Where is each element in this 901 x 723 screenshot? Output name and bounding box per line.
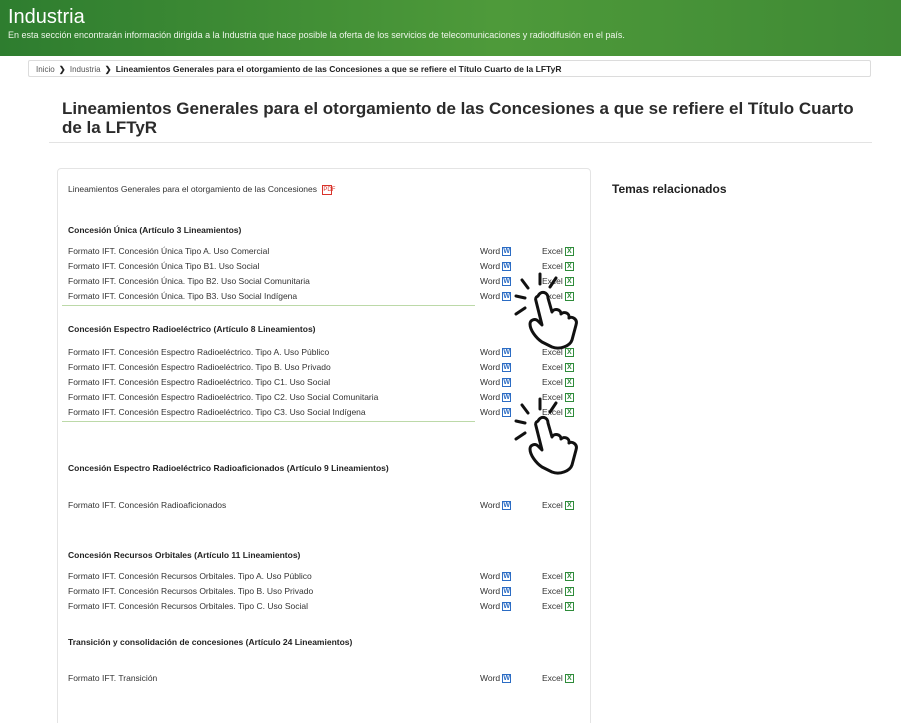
page-title: Lineamientos Generales para el otorgamie…: [62, 99, 854, 137]
excel-file-icon: X: [564, 501, 574, 511]
word-label: Word: [480, 586, 501, 596]
word-label: Word: [480, 276, 501, 286]
section-description: En esta sección encontrarán información …: [8, 30, 625, 40]
word-download-link[interactable]: Word W: [480, 347, 512, 358]
excel-label: Excel: [542, 377, 563, 387]
word-file-icon: W: [502, 572, 512, 582]
pointing-hand-icon: [514, 397, 578, 475]
excel-file-icon: X: [564, 602, 574, 612]
word-download-link[interactable]: Word W: [480, 392, 512, 403]
word-label: Word: [480, 261, 501, 271]
word-label: Word: [480, 291, 501, 301]
excel-label: Excel: [542, 571, 563, 581]
word-download-link[interactable]: Word W: [480, 291, 512, 302]
word-download-link[interactable]: Word W: [480, 673, 512, 684]
form-link[interactable]: Formato IFT. Concesión Única Tipo A. Uso…: [68, 246, 269, 256]
excel-download-link[interactable]: Excel X: [542, 571, 574, 582]
form-link[interactable]: Formato IFT. Concesión Recursos Orbitale…: [68, 571, 312, 581]
excel-download-link[interactable]: Excel X: [542, 586, 574, 597]
word-download-link[interactable]: Word W: [480, 586, 512, 597]
excel-label: Excel: [542, 362, 563, 372]
excel-label: Excel: [542, 601, 563, 611]
word-label: Word: [480, 571, 501, 581]
excel-file-icon: X: [564, 572, 574, 582]
word-label: Word: [480, 347, 501, 357]
excel-label: Excel: [542, 500, 563, 510]
word-file-icon: W: [502, 602, 512, 612]
excel-download-link[interactable]: Excel X: [542, 601, 574, 612]
word-file-icon: W: [502, 587, 512, 597]
word-label: Word: [480, 673, 501, 683]
excel-label: Excel: [542, 673, 563, 683]
main-document-label: Lineamientos Generales para el otorgamie…: [68, 184, 318, 194]
word-label: Word: [480, 407, 501, 417]
form-link[interactable]: Formato IFT. Transición: [68, 673, 157, 683]
form-link[interactable]: Formato IFT. Concesión Única. Tipo B3. U…: [68, 291, 297, 301]
word-download-link[interactable]: Word W: [480, 601, 512, 612]
title-divider: [49, 142, 872, 143]
related-topics-title: Temas relacionados: [612, 182, 727, 196]
pointing-hand-icon: [514, 272, 578, 350]
form-link[interactable]: Formato IFT. Concesión Espectro Radioelé…: [68, 362, 331, 372]
word-file-icon: W: [502, 363, 512, 373]
word-file-icon: W: [502, 378, 512, 388]
section-banner: Industria En esta sección encontrarán in…: [0, 0, 901, 56]
word-label: Word: [480, 362, 501, 372]
excel-download-link[interactable]: Excel X: [542, 673, 574, 684]
form-link[interactable]: Formato IFT. Concesión Espectro Radioelé…: [68, 347, 329, 357]
main-document-link[interactable]: Lineamientos Generales para el otorgamie…: [68, 184, 335, 195]
excel-file-icon: X: [564, 587, 574, 597]
excel-file-icon: X: [564, 247, 574, 257]
word-label: Word: [480, 377, 501, 387]
word-download-link[interactable]: Word W: [480, 377, 512, 388]
word-label: Word: [480, 500, 501, 510]
form-link[interactable]: Formato IFT. Concesión Recursos Orbitale…: [68, 586, 313, 596]
excel-label: Excel: [542, 246, 563, 256]
word-download-link[interactable]: Word W: [480, 362, 512, 373]
form-link[interactable]: Formato IFT. Concesión Espectro Radioelé…: [68, 392, 378, 402]
word-download-link[interactable]: Word W: [480, 246, 512, 257]
form-link[interactable]: Formato IFT. Concesión Recursos Orbitale…: [68, 601, 308, 611]
excel-download-link[interactable]: Excel X: [542, 500, 574, 511]
word-label: Word: [480, 601, 501, 611]
excel-download-link[interactable]: Excel X: [542, 246, 574, 257]
breadcrumb-home-link[interactable]: Inicio: [36, 65, 55, 74]
word-download-link[interactable]: Word W: [480, 276, 512, 287]
excel-file-icon: X: [564, 378, 574, 388]
excel-label: Excel: [542, 586, 563, 596]
excel-download-link[interactable]: Excel X: [542, 377, 574, 388]
word-download-link[interactable]: Word W: [480, 571, 512, 582]
form-link[interactable]: Formato IFT. Concesión Radioaficionados: [68, 500, 226, 510]
word-download-link[interactable]: Word W: [480, 407, 512, 418]
word-file-icon: W: [502, 674, 512, 684]
form-link[interactable]: Formato IFT. Concesión Única Tipo B1. Us…: [68, 261, 259, 271]
section-heading: Transición y consolidación de concesione…: [68, 637, 353, 647]
word-file-icon: W: [502, 247, 512, 257]
breadcrumb-section-link[interactable]: Industria: [70, 65, 101, 74]
form-link[interactable]: Formato IFT. Concesión Espectro Radioelé…: [68, 407, 366, 417]
excel-file-icon: X: [564, 674, 574, 684]
section-heading: Concesión Espectro Radioeléctrico (Artíc…: [68, 324, 316, 334]
breadcrumb: Inicio ❯ Industria ❯ Lineamientos Genera…: [28, 60, 871, 77]
excel-file-icon: X: [564, 363, 574, 373]
section-divider: [62, 421, 475, 422]
chevron-right-icon: ❯: [58, 65, 66, 74]
section-heading: Concesión Única (Artículo 3 Lineamientos…: [68, 225, 242, 235]
breadcrumb-current: Lineamientos Generales para el otorgamie…: [115, 64, 562, 74]
word-file-icon: W: [502, 501, 512, 511]
section-title: Industria: [8, 6, 85, 28]
section-heading: Concesión Espectro Radioeléctrico Radioa…: [68, 463, 389, 473]
section-heading: Concesión Recursos Orbitales (Artículo 1…: [68, 550, 301, 560]
word-label: Word: [480, 246, 501, 256]
section-divider: [62, 305, 475, 306]
word-download-link[interactable]: Word W: [480, 500, 512, 511]
chevron-right-icon: ❯: [104, 65, 112, 74]
excel-download-link[interactable]: Excel X: [542, 362, 574, 373]
word-download-link[interactable]: Word W: [480, 261, 512, 272]
form-link[interactable]: Formato IFT. Concesión Única. Tipo B2. U…: [68, 276, 310, 286]
pdf-icon[interactable]: PDF: [322, 184, 335, 195]
form-link[interactable]: Formato IFT. Concesión Espectro Radioelé…: [68, 377, 330, 387]
word-label: Word: [480, 392, 501, 402]
